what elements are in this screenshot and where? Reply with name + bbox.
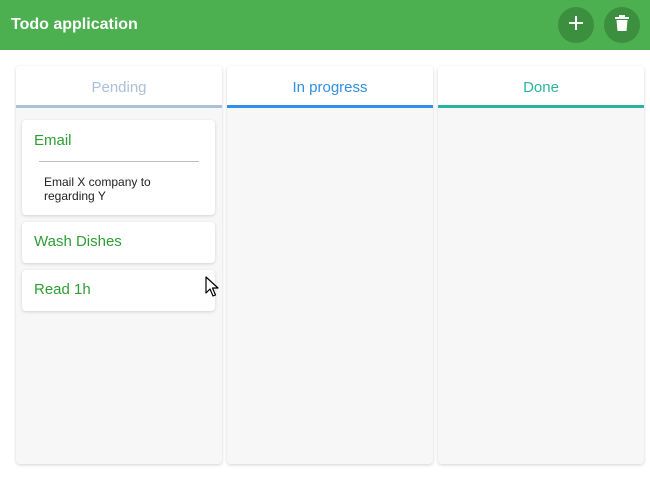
column-done: Done bbox=[438, 66, 644, 464]
delete-task-button[interactable] bbox=[604, 7, 640, 43]
task-card-email[interactable]: Email Email X company to regarding Y bbox=[22, 120, 215, 215]
task-card-read[interactable]: Read 1h bbox=[22, 270, 215, 311]
trash-icon bbox=[615, 14, 629, 36]
task-title: Email bbox=[34, 132, 72, 149]
task-description: Email X company to regarding Y bbox=[44, 175, 151, 203]
plus-icon bbox=[568, 15, 584, 36]
card-divider bbox=[39, 161, 199, 162]
tab-done[interactable]: Done bbox=[438, 66, 644, 108]
column-in-progress: In progress bbox=[227, 66, 433, 464]
task-title: Wash Dishes bbox=[34, 233, 122, 250]
column-title-done: Done bbox=[523, 78, 559, 96]
tab-in-progress[interactable]: In progress bbox=[227, 66, 433, 108]
tab-pending[interactable]: Pending bbox=[16, 66, 222, 108]
task-card-wash-dishes[interactable]: Wash Dishes bbox=[22, 222, 215, 263]
column-title-in-progress: In progress bbox=[292, 78, 368, 96]
task-title: Read 1h bbox=[34, 281, 91, 298]
app-title: Todo application bbox=[11, 16, 138, 33]
column-title-pending: Pending bbox=[91, 78, 147, 96]
add-task-button[interactable] bbox=[558, 7, 594, 43]
column-underline-pending bbox=[16, 105, 222, 108]
app-bar: Todo application bbox=[0, 0, 650, 50]
column-pending: Pending Email Email X company to regardi… bbox=[16, 66, 222, 464]
mouse-cursor-icon bbox=[205, 276, 219, 303]
column-underline-done bbox=[438, 105, 644, 108]
column-underline-in-progress bbox=[227, 105, 433, 108]
